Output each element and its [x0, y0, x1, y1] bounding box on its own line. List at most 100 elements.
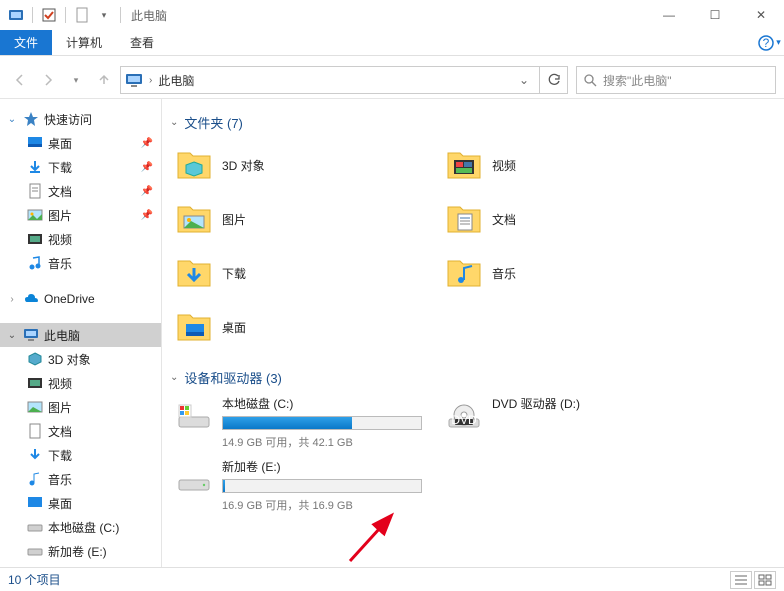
pin-icon: 📌 [141, 210, 153, 221]
ribbon-tabs: 文件 计算机 查看 ? ▾ [0, 30, 784, 56]
group-folders[interactable]: ⌄ 文件夹 (7) [170, 113, 772, 132]
sidebar-pc-documents[interactable]: 文档 [0, 419, 161, 443]
drive-icon [176, 395, 212, 439]
navigation-pane[interactable]: ⌄ 快速访问 桌面📌 下载📌 文档📌 图片📌 视频 音乐 › OneDrive … [0, 99, 162, 567]
breadcrumb[interactable]: 此电脑 [158, 72, 507, 89]
drive-icon [26, 518, 44, 536]
dvd-icon: DVD [446, 395, 482, 439]
pin-icon: 📌 [141, 162, 153, 173]
folder-3d-objects[interactable]: 3D 对象 [176, 140, 426, 190]
minimize-button[interactable]: — [646, 0, 692, 30]
search-icon [583, 73, 597, 87]
chevron-right-icon[interactable]: › [6, 294, 18, 305]
address-bar[interactable]: › 此电脑 ⌄ [120, 66, 540, 94]
music-icon [26, 470, 44, 488]
music-icon [26, 254, 44, 272]
address-dropdown[interactable]: ⌄ [513, 73, 535, 87]
folder-pictures[interactable]: 图片 [176, 194, 426, 244]
sidebar-pc-desktop[interactable]: 桌面 [0, 491, 161, 515]
status-bar: 10 个项目 [0, 567, 784, 591]
annotation-arrow [342, 509, 402, 567]
drive-d-dvd[interactable]: DVD DVD 驱动器 (D:) [446, 395, 696, 450]
sidebar-onedrive[interactable]: › OneDrive [0, 287, 161, 311]
details-view-button[interactable] [730, 571, 752, 589]
qat-checkbox-icon[interactable] [39, 5, 59, 25]
pin-icon: 📌 [141, 186, 153, 197]
capacity-bar [222, 479, 422, 493]
item-count: 10 个项目 [8, 571, 61, 588]
content-pane[interactable]: ⌄ 文件夹 (7) 3D 对象 视频 图片 文档 [162, 99, 784, 567]
sidebar-item-downloads[interactable]: 下载📌 [0, 155, 161, 179]
cloud-icon [22, 290, 40, 308]
capacity-bar [222, 416, 422, 430]
sidebar-pc-drive-e[interactable]: 新加卷 (E:) [0, 539, 161, 563]
qat-dropdown-icon[interactable]: ▾ [94, 5, 114, 25]
sidebar-pc-3d[interactable]: 3D 对象 [0, 347, 161, 371]
chevron-down-icon[interactable]: ⌄ [170, 372, 178, 383]
chevron-down-icon[interactable]: ⌄ [6, 114, 18, 125]
up-button[interactable] [92, 68, 116, 92]
drive-e[interactable]: 新加卷 (E:) 16.9 GB 可用，共 16.9 GB [176, 458, 426, 513]
drive-icon [26, 542, 44, 560]
folder-videos[interactable]: 视频 [446, 140, 696, 190]
pc-icon [22, 326, 40, 344]
drive-c[interactable]: 本地磁盘 (C:) 14.9 GB 可用，共 42.1 GB [176, 395, 426, 450]
folder-icon [176, 201, 212, 237]
sidebar-item-music[interactable]: 音乐 [0, 251, 161, 275]
close-button[interactable]: ✕ [738, 0, 784, 30]
search-placeholder: 搜索"此电脑" [603, 72, 672, 89]
folder-desktop[interactable]: 桌面 [176, 302, 426, 352]
folder-icon [176, 255, 212, 291]
forward-button[interactable] [36, 68, 60, 92]
sidebar-quick-access[interactable]: ⌄ 快速访问 [0, 107, 161, 131]
sidebar-pc-videos[interactable]: 视频 [0, 371, 161, 395]
title-bar: ▾ 此电脑 — ☐ ✕ [0, 0, 784, 30]
picture-icon [26, 398, 44, 416]
folder-icon [446, 255, 482, 291]
folder-icon [446, 147, 482, 183]
sidebar-pc-drive-c[interactable]: 本地磁盘 (C:) [0, 515, 161, 539]
group-drives[interactable]: ⌄ 设备和驱动器 (3) [170, 368, 772, 387]
svg-text:DVD: DVD [451, 413, 477, 427]
picture-icon [26, 206, 44, 224]
sidebar-pc-pictures[interactable]: 图片 [0, 395, 161, 419]
ribbon-help-button[interactable]: ? ▾ [754, 30, 784, 55]
document-icon [26, 182, 44, 200]
sidebar-item-pictures[interactable]: 图片📌 [0, 203, 161, 227]
folder-downloads[interactable]: 下载 [176, 248, 426, 298]
chevron-down-icon[interactable]: ⌄ [6, 330, 18, 341]
app-icon [6, 5, 26, 25]
sidebar-this-pc[interactable]: ⌄ 此电脑 [0, 323, 161, 347]
tab-view[interactable]: 查看 [116, 30, 168, 55]
download-icon [26, 158, 44, 176]
video-icon [26, 230, 44, 248]
back-button[interactable] [8, 68, 32, 92]
sidebar-pc-downloads[interactable]: 下载 [0, 443, 161, 467]
maximize-button[interactable]: ☐ [692, 0, 738, 30]
tab-computer[interactable]: 计算机 [52, 30, 116, 55]
icons-view-button[interactable] [754, 571, 776, 589]
folder-icon [176, 147, 212, 183]
folder-icon [446, 201, 482, 237]
recent-dropdown[interactable]: ▾ [64, 68, 88, 92]
chevron-down-icon[interactable]: ⌄ [170, 117, 178, 128]
pc-icon [125, 71, 143, 89]
sidebar-item-documents[interactable]: 文档📌 [0, 179, 161, 203]
cube-icon [26, 350, 44, 368]
star-icon [22, 110, 40, 128]
search-input[interactable]: 搜索"此电脑" [576, 66, 776, 94]
svg-text:?: ? [763, 36, 770, 50]
navigation-bar: ▾ › 此电脑 ⌄ 搜索"此电脑" [0, 62, 784, 98]
refresh-button[interactable] [540, 66, 568, 94]
tab-file[interactable]: 文件 [0, 30, 52, 55]
sidebar-pc-music[interactable]: 音乐 [0, 467, 161, 491]
document-icon [26, 422, 44, 440]
chevron-right-icon: › [149, 75, 152, 86]
qat-doc-icon[interactable] [72, 5, 92, 25]
sidebar-item-videos[interactable]: 视频 [0, 227, 161, 251]
sidebar-item-desktop[interactable]: 桌面📌 [0, 131, 161, 155]
folder-music[interactable]: 音乐 [446, 248, 696, 298]
drive-icon [176, 458, 212, 502]
folder-icon [176, 309, 212, 345]
folder-documents[interactable]: 文档 [446, 194, 696, 244]
